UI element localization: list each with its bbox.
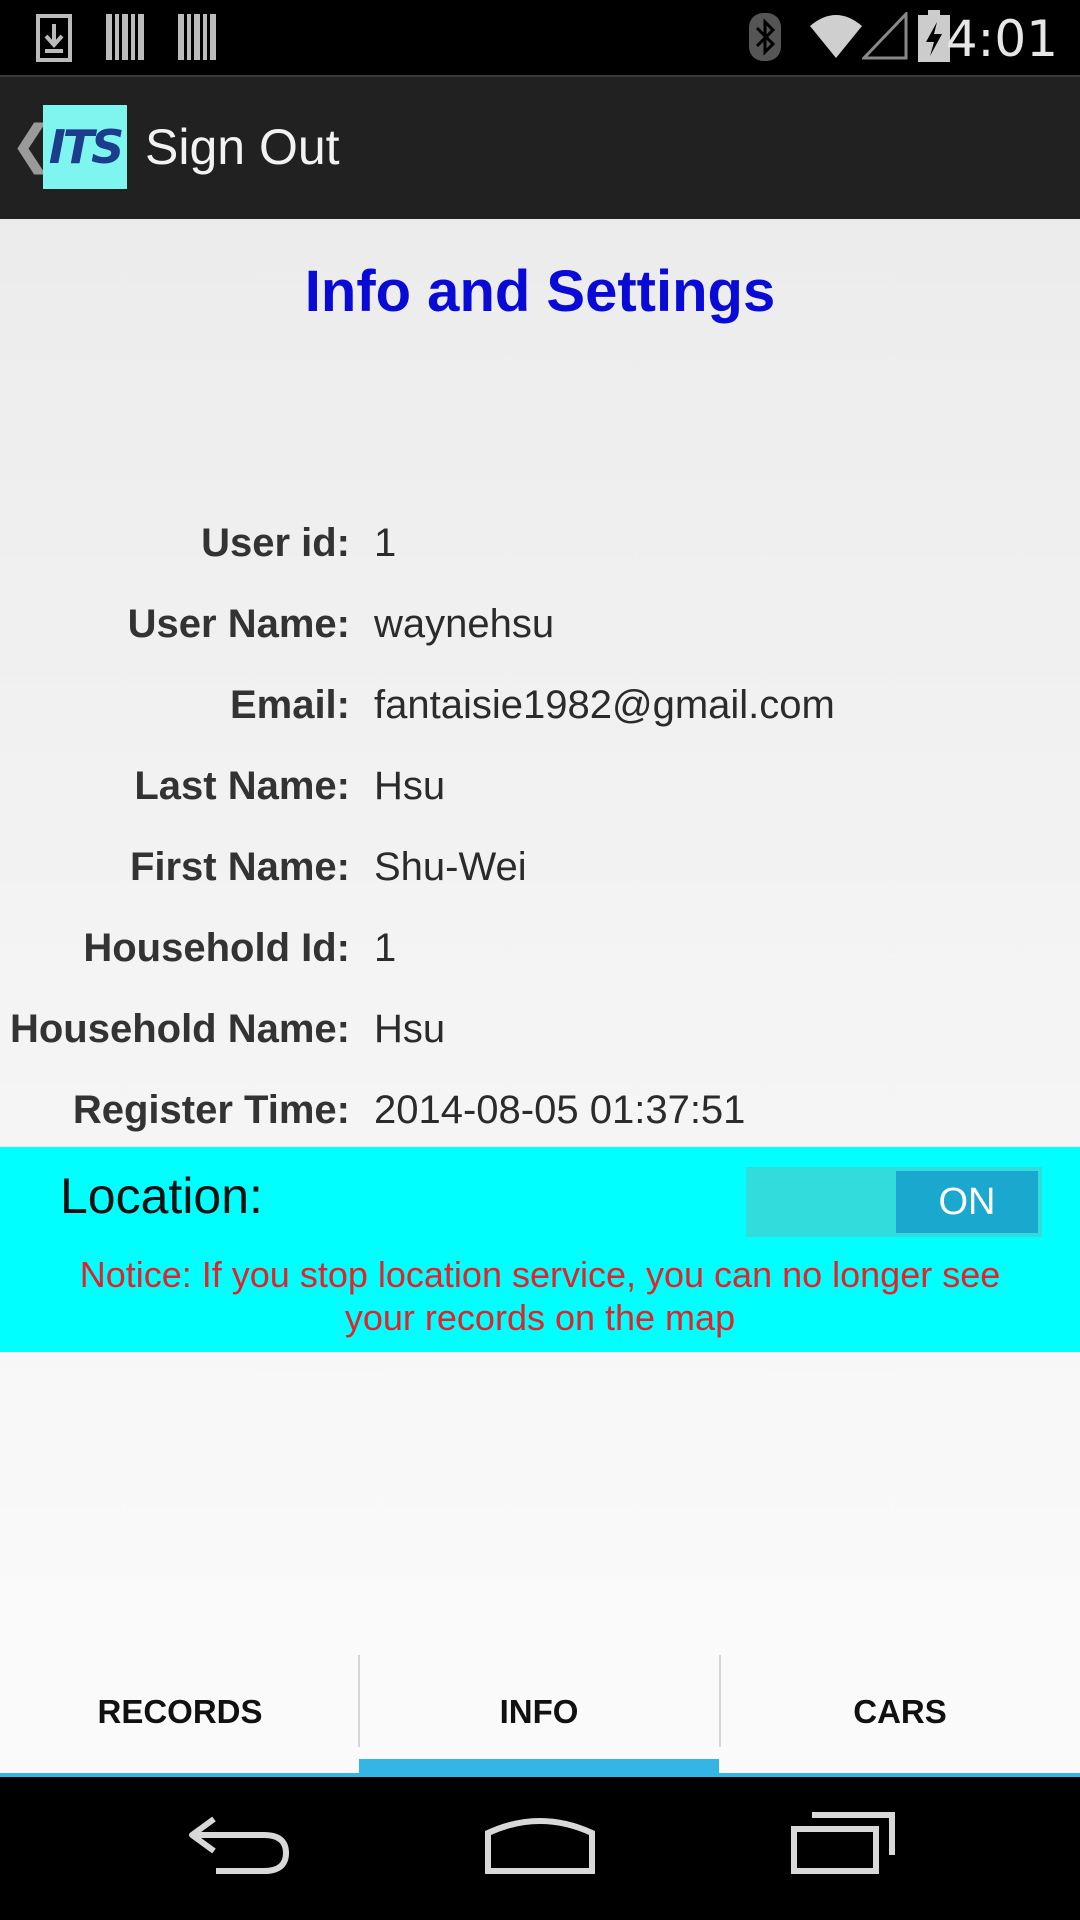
info-value: 1	[374, 521, 397, 565]
back-icon[interactable]	[186, 1813, 292, 1875]
info-row-email: Email: fantaisie1982@gmail.com	[0, 670, 1080, 740]
barcode-icon	[106, 14, 144, 60]
info-label: Register Time:	[72, 1088, 350, 1132]
bluetooth-icon	[749, 13, 781, 61]
page-title: Info and Settings	[304, 259, 776, 324]
info-value: 2014-08-05 01:37:51	[374, 1088, 746, 1132]
info-row-household-id: Household Id: 1	[0, 913, 1080, 983]
info-row-household-name: Household Name: Hsu	[0, 994, 1080, 1064]
toggle-thumb[interactable]: ON	[896, 1171, 1038, 1233]
sign-out-button[interactable]: Sign Out	[145, 115, 340, 179]
info-row-first-name: First Name: Shu-Wei	[0, 832, 1080, 902]
info-value: fantaisie1982@gmail.com	[374, 683, 835, 727]
action-bar: ❮ ITS Sign Out	[0, 75, 1080, 219]
info-value: Shu-Wei	[374, 845, 527, 889]
download-notification-icon	[36, 14, 72, 62]
info-row-user-name: User Name: waynehsu	[0, 589, 1080, 659]
info-row-last-name: Last Name: Hsu	[0, 751, 1080, 821]
info-label: Household Id:	[83, 926, 350, 970]
status-bar: 4:01	[0, 0, 1080, 75]
info-label: Last Name:	[134, 764, 350, 808]
location-toggle[interactable]: ON	[746, 1167, 1042, 1237]
logo-text: ITS	[48, 120, 125, 174]
wifi-icon	[810, 15, 862, 58]
info-row-register-time: Register Time: 2014-08-05 01:37:51	[0, 1075, 1080, 1145]
app-logo[interactable]: ITS	[43, 105, 127, 189]
tab-active-indicator	[359, 1759, 719, 1777]
info-row-user-id: User id: 1	[0, 508, 1080, 578]
system-nav-bar	[0, 1777, 1080, 1920]
location-notice: Notice: If you stop location service, yo…	[79, 1254, 1001, 1338]
info-label: Email:	[229, 683, 350, 727]
location-panel: Location: ON Notice: If you stop locatio…	[0, 1147, 1080, 1352]
clock: 4:01	[945, 10, 1058, 68]
info-settings-page: Info and Settings User id: 1 User Name: …	[0, 219, 1080, 1647]
tab-records[interactable]: RECORDS	[0, 1647, 360, 1777]
info-label: User id:	[201, 521, 350, 565]
home-icon[interactable]	[484, 1813, 596, 1875]
tab-info[interactable]: INFO	[359, 1647, 719, 1777]
barcode-icon	[178, 14, 216, 60]
info-label: Household Name:	[9, 1007, 350, 1051]
tab-cars[interactable]: CARS	[720, 1647, 1080, 1777]
info-value: 1	[374, 926, 397, 970]
info-value: waynehsu	[374, 602, 555, 646]
location-label: Location:	[60, 1168, 263, 1224]
info-label: First Name:	[129, 845, 350, 889]
tab-bar: RECORDS INFO CARS	[0, 1647, 1080, 1777]
info-value: Hsu	[374, 764, 446, 808]
info-label: User Name:	[127, 602, 350, 646]
recent-apps-icon[interactable]	[790, 1811, 896, 1875]
info-value: Hsu	[374, 1007, 446, 1051]
cell-signal-icon	[862, 12, 908, 60]
